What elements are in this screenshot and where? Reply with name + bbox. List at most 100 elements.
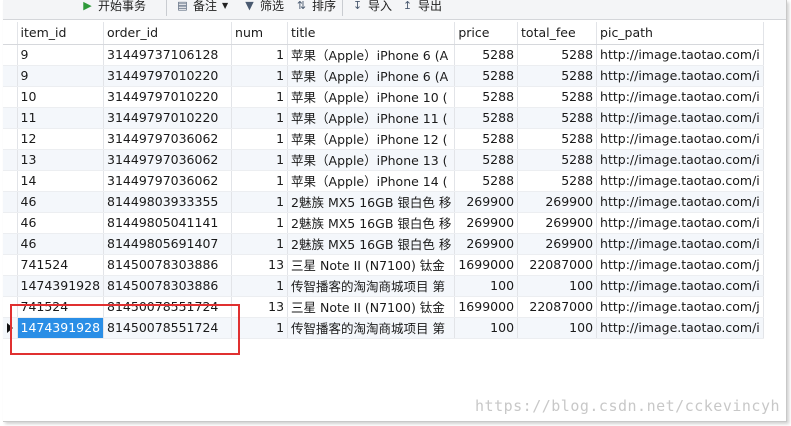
row-indicator[interactable] bbox=[3, 107, 18, 129]
table-cell-pic-path[interactable]: http://image.taotao.com/i bbox=[596, 191, 764, 213]
table-cell-pic-path[interactable]: http://image.taotao.com/i bbox=[596, 44, 764, 66]
table-cell-total-fee[interactable]: 100 bbox=[517, 275, 598, 297]
column-header-price[interactable]: price bbox=[454, 22, 519, 45]
table-cell-item-id[interactable]: 741524 bbox=[17, 254, 105, 276]
table-cell-title[interactable]: 苹果（Apple）iPhone 6 (A bbox=[287, 65, 456, 87]
table-cell-price[interactable]: 5288 bbox=[454, 149, 519, 171]
table-cell-price[interactable]: 269900 bbox=[454, 233, 519, 255]
filter-button[interactable]: ▼ 筛选 bbox=[243, 0, 284, 16]
table-cell-total-fee[interactable]: 5288 bbox=[517, 86, 598, 108]
table-row[interactable]: 10 31449797010220 1 苹果（Apple）iPhone 10 (528… bbox=[3, 86, 764, 108]
table-cell-order-id[interactable]: 31449797010220 bbox=[103, 65, 233, 87]
table-cell-total-fee[interactable]: 5288 bbox=[517, 149, 598, 171]
table-cell-num[interactable]: 1 bbox=[231, 317, 289, 339]
column-header-order-id[interactable]: order_id bbox=[103, 22, 233, 45]
table-cell-title[interactable]: 苹果（Apple）iPhone 13 ( bbox=[287, 149, 456, 171]
table-row[interactable]: 46 81449805041141 1 2魅族 MX5 16GB 银白色 移 26990… bbox=[3, 212, 764, 234]
table-cell-total-fee[interactable]: 100 bbox=[517, 317, 598, 339]
table-cell-item-id[interactable]: 9 bbox=[17, 65, 105, 87]
table-cell-order-id[interactable]: 81449803933355 bbox=[103, 191, 233, 213]
table-row[interactable]: 14 31449797036062 1 苹果（Apple）iPhone 14 (528… bbox=[3, 170, 764, 192]
table-cell-order-id[interactable]: 31449797036062 bbox=[103, 170, 233, 192]
row-indicator[interactable] bbox=[3, 212, 18, 234]
table-cell-order-id[interactable]: 31449797036062 bbox=[103, 149, 233, 171]
row-indicator[interactable] bbox=[3, 275, 18, 297]
table-cell-num[interactable]: 1 bbox=[231, 107, 289, 129]
table-cell-item-id[interactable]: 9 bbox=[17, 44, 105, 66]
import-button[interactable]: ↧ 导入 bbox=[351, 0, 392, 16]
table-cell-pic-path[interactable]: http://image.taotao.com/i bbox=[596, 317, 764, 339]
row-indicator[interactable] bbox=[3, 296, 18, 318]
table-cell-total-fee[interactable]: 5288 bbox=[517, 128, 598, 150]
table-cell-num[interactable]: 1 bbox=[231, 65, 289, 87]
table-cell-order-id[interactable]: 81449805041141 bbox=[103, 212, 233, 234]
table-cell-price[interactable]: 1699000 bbox=[454, 254, 519, 276]
table-cell-item-id[interactable]: 741524 bbox=[17, 296, 105, 318]
row-indicator[interactable] bbox=[3, 65, 18, 87]
table-cell-num[interactable]: 1 bbox=[231, 149, 289, 171]
table-row[interactable]: 46 81449803933355 1 2魅族 MX5 16GB 银白色 移 26990… bbox=[3, 191, 764, 213]
table-cell-item-id[interactable]: 12 bbox=[17, 128, 105, 150]
table-row[interactable]: 741524 81450078551724 13 三星 Note II (N7100)… bbox=[3, 296, 764, 318]
row-indicator[interactable] bbox=[3, 149, 18, 171]
table-row[interactable]: 9 31449737106128 1 苹果（Apple）iPhone 6 (A 5288… bbox=[3, 44, 764, 66]
table-cell-item-id[interactable]: 11 bbox=[17, 107, 105, 129]
table-cell-total-fee[interactable]: 269900 bbox=[517, 191, 598, 213]
row-indicator[interactable] bbox=[3, 44, 18, 66]
row-indicator[interactable] bbox=[3, 170, 18, 192]
table-cell-num[interactable]: 1 bbox=[231, 233, 289, 255]
table-cell-order-id[interactable]: 81450078303886 bbox=[103, 254, 233, 276]
column-header-title[interactable]: title bbox=[287, 22, 456, 45]
table-cell-pic-path[interactable]: http://image.taotao.com/j bbox=[596, 296, 764, 318]
table-cell-total-fee[interactable]: 5288 bbox=[517, 44, 598, 66]
column-header-total-fee[interactable]: total_fee bbox=[517, 22, 598, 45]
table-cell-item-id[interactable]: 46 bbox=[17, 212, 105, 234]
note-button[interactable]: ▤ 备注 ▼ bbox=[176, 0, 228, 16]
column-header-num[interactable]: num bbox=[231, 22, 289, 45]
table-cell-total-fee[interactable]: 5288 bbox=[517, 170, 598, 192]
table-cell-num[interactable]: 1 bbox=[231, 170, 289, 192]
sort-button[interactable]: ⇅ 排序 bbox=[295, 0, 336, 16]
begin-transaction-button[interactable]: ▶ 开始事务 bbox=[81, 0, 146, 16]
table-cell-title[interactable]: 苹果（Apple）iPhone 14 ( bbox=[287, 170, 456, 192]
row-indicator[interactable] bbox=[3, 191, 18, 213]
table-cell-pic-path[interactable]: http://image.taotao.com/i bbox=[596, 275, 764, 297]
table-cell-title[interactable]: 苹果（Apple）iPhone 6 (A bbox=[287, 44, 456, 66]
table-cell-price[interactable]: 100 bbox=[454, 317, 519, 339]
table-cell-order-id[interactable]: 31449797010220 bbox=[103, 107, 233, 129]
row-indicator[interactable] bbox=[3, 233, 18, 255]
export-button[interactable]: ↥ 导出 bbox=[401, 0, 442, 16]
table-cell-num[interactable]: 1 bbox=[231, 86, 289, 108]
table-cell-price[interactable]: 5288 bbox=[454, 86, 519, 108]
table-cell-title[interactable]: 苹果（Apple）iPhone 11 ( bbox=[287, 107, 456, 129]
table-cell-price[interactable]: 5288 bbox=[454, 170, 519, 192]
table-row[interactable]: 1474391928 81450078551724 1 传智播客的淘淘商城项目 第 10… bbox=[3, 317, 764, 339]
table-cell-item-id[interactable]: 46 bbox=[17, 233, 105, 255]
table-cell-item-id[interactable]: 1474391928 bbox=[17, 317, 105, 339]
table-row[interactable]: 12 31449797036062 1 苹果（Apple）iPhone 12 (528… bbox=[3, 128, 764, 150]
row-indicator[interactable] bbox=[3, 128, 18, 150]
table-cell-price[interactable]: 5288 bbox=[454, 65, 519, 87]
table-cell-price[interactable]: 1699000 bbox=[454, 296, 519, 318]
table-cell-title[interactable]: 三星 Note II (N7100) 钛金 bbox=[287, 254, 456, 276]
table-cell-order-id[interactable]: 31449797010220 bbox=[103, 86, 233, 108]
column-header-item-id[interactable]: item_id bbox=[17, 22, 105, 45]
table-cell-pic-path[interactable]: http://image.taotao.com/j bbox=[596, 254, 764, 276]
table-cell-pic-path[interactable]: http://image.taotao.com/i bbox=[596, 107, 764, 129]
column-header-pic-path[interactable]: pic_path bbox=[596, 22, 764, 45]
table-cell-order-id[interactable]: 81449805691407 bbox=[103, 233, 233, 255]
table-cell-order-id[interactable]: 81450078551724 bbox=[103, 317, 233, 339]
table-cell-price[interactable]: 5288 bbox=[454, 128, 519, 150]
row-indicator[interactable] bbox=[3, 317, 18, 339]
table-cell-price[interactable]: 269900 bbox=[454, 191, 519, 213]
table-cell-item-id[interactable]: 46 bbox=[17, 191, 105, 213]
table-cell-item-id[interactable]: 10 bbox=[17, 86, 105, 108]
table-row[interactable]: 9 31449797010220 1 苹果（Apple）iPhone 6 (A 5288… bbox=[3, 65, 764, 87]
table-cell-pic-path[interactable]: http://image.taotao.com/i bbox=[596, 128, 764, 150]
table-cell-order-id[interactable]: 81450078551724 bbox=[103, 296, 233, 318]
table-cell-order-id[interactable]: 81450078303886 bbox=[103, 275, 233, 297]
table-cell-price[interactable]: 5288 bbox=[454, 107, 519, 129]
table-cell-title[interactable]: 2魅族 MX5 16GB 银白色 移 bbox=[287, 191, 456, 213]
table-cell-pic-path[interactable]: http://image.taotao.com/i bbox=[596, 233, 764, 255]
table-cell-num[interactable]: 1 bbox=[231, 44, 289, 66]
